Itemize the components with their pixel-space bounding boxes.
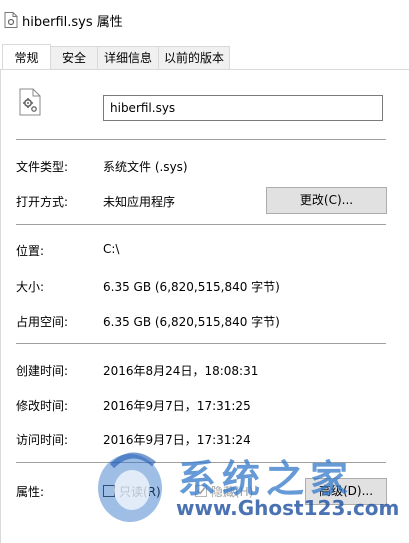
created-value: 2016年8月24日，18:08:31 [103,364,259,378]
advanced-button[interactable]: 高级(D)... [305,478,387,505]
location-label: 位置: [16,244,45,258]
tab-details[interactable]: 详细信息 [97,46,159,69]
accessed-label: 访问时间: [16,433,69,447]
separator [16,462,386,463]
tab-security[interactable]: 安全 [50,46,98,69]
readonly-checkbox[interactable] [103,485,115,497]
size-on-disk-value: 6.35 GB (6,820,515,840 字节) [103,315,280,329]
change-button[interactable]: 更改(C)... [266,187,387,214]
tab-general[interactable]: 常规 [2,44,51,69]
open-with-label: 打开方式: [16,195,69,209]
title-bar: hiberfil.sys 属性 [0,0,409,40]
checkmark-icon [196,487,206,495]
file-type-value: 系统文件 (.sys) [103,160,188,174]
separator [16,224,386,225]
size-value: 6.35 GB (6,820,515,840 字节) [103,280,280,294]
window-title: hiberfil.sys 属性 [22,15,123,30]
file-type-label: 文件类型: [16,160,69,174]
accessed-value: 2016年9月7日，17:31:24 [103,433,251,447]
size-label: 大小: [16,280,45,294]
gear-file-icon [18,88,42,116]
hidden-label[interactable]: 隐藏(H) [211,483,253,500]
readonly-label[interactable]: 只读(R) [119,483,161,500]
modified-value: 2016年9月7日，17:31:25 [103,399,251,413]
open-with-value: 未知应用程序 [103,195,176,209]
system-file-icon [4,12,18,28]
hidden-checkbox[interactable] [195,485,207,497]
modified-label: 修改时间: [16,399,69,413]
tab-previous-versions[interactable]: 以前的版本 [158,46,230,69]
attributes-label: 属性: [16,485,45,499]
file-name-input[interactable] [103,95,383,121]
separator [16,343,386,344]
size-on-disk-label: 占用空间: [16,315,69,329]
tab-strip: 常规 安全 详细信息 以前的版本 [0,44,409,70]
created-label: 创建时间: [16,364,69,378]
location-value: C:\ [103,242,120,256]
tab-panel [0,69,409,543]
separator [16,139,386,140]
